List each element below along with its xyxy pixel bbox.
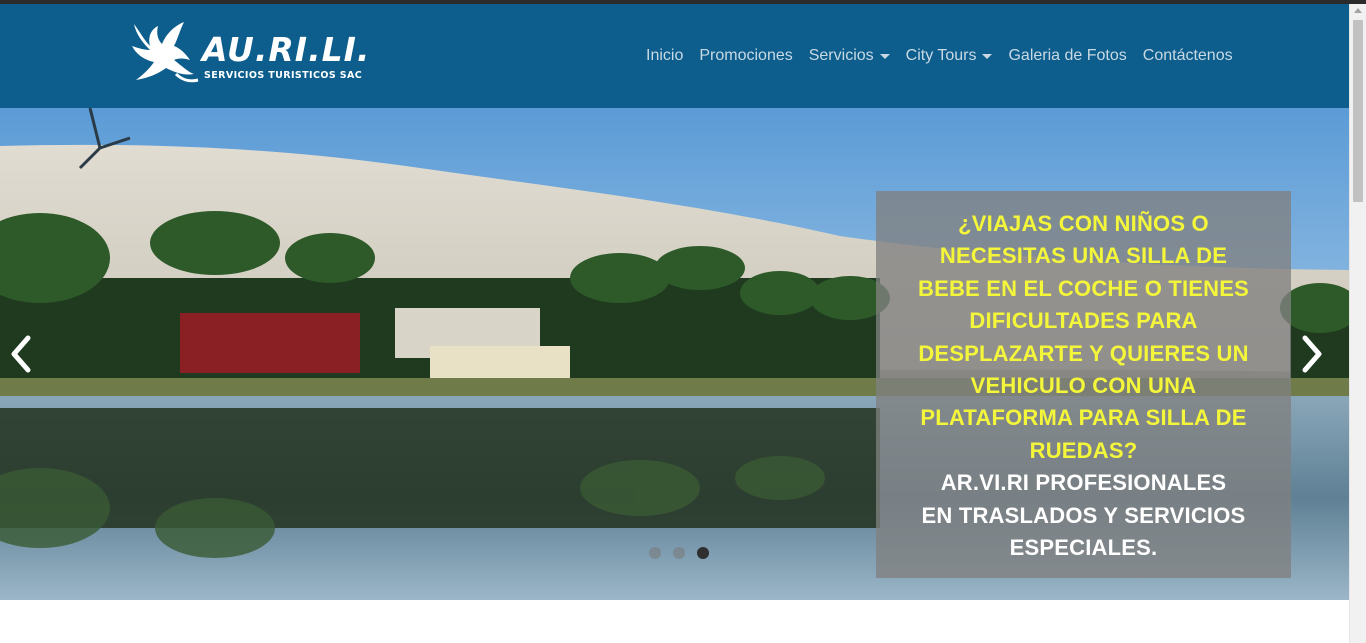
caption-line: VEHICULO CON UNA <box>970 373 1197 399</box>
carousel-prev-button[interactable] <box>6 334 36 374</box>
nav-item-servicios[interactable]: Servicios <box>801 47 898 65</box>
caption-line: EN TRASLADOS Y SERVICIOS <box>921 502 1246 528</box>
nav-item-label: Inicio <box>646 47 684 64</box>
nav-item-label: Galeria de Fotos <box>1008 47 1127 64</box>
nav-item-galeria[interactable]: Galeria de Fotos <box>1000 47 1134 65</box>
caption-line: PLATAFORMA PARA SILLA DE <box>920 405 1247 431</box>
page: AU.RI.LI. SERVICIOS TURISTICOS SAC Inici… <box>0 4 1349 643</box>
caption-line: ¿VIAJAS CON NIÑOS O <box>958 211 1209 236</box>
chevron-right-icon <box>1302 335 1322 373</box>
caption-line: BEBE EN EL COCHE O TIENES <box>918 275 1249 301</box>
caption-line: DESPLAZARTE Y QUIERES UN <box>918 340 1249 366</box>
brand-logo[interactable]: AU.RI.LI. SERVICIOS TURISTICOS SAC <box>128 22 371 88</box>
caret-down-icon <box>879 54 890 59</box>
caption-line: DIFICULTADES PARA <box>969 308 1198 334</box>
carousel-indicator-3[interactable] <box>697 547 709 559</box>
nav-item-city-tours[interactable]: City Tours <box>898 47 1001 65</box>
nav-item-label: City Tours <box>905 47 977 64</box>
scrollbar-thumb[interactable] <box>1353 20 1363 202</box>
caption-line: NECESITAS UNA SILLA DE <box>939 243 1228 269</box>
nav-item-contactenos[interactable]: Contáctenos <box>1135 47 1241 65</box>
main-nav: Inicio Promociones Servicios City Tours … <box>638 44 1241 68</box>
caption-line: RUEDAS? <box>1029 437 1138 463</box>
nav-item-promociones[interactable]: Promociones <box>691 47 800 65</box>
nav-item-label: Servicios <box>808 47 874 64</box>
scroll-up-arrow-icon[interactable] <box>1354 8 1362 13</box>
carousel-indicator-2[interactable] <box>673 547 685 559</box>
carousel-next-button[interactable] <box>1297 334 1327 374</box>
nav-item-label: Promociones <box>699 47 793 64</box>
nav-item-label: Contáctenos <box>1142 47 1233 64</box>
hero-carousel: ¿VIAJAS CON NIÑOS O NECESITAS UNA SILLA … <box>0 108 1349 600</box>
caption-question: ¿VIAJAS CON NIÑOS O NECESITAS UNA SILLA … <box>876 208 1291 467</box>
navbar: AU.RI.LI. SERVICIOS TURISTICOS SAC Inici… <box>0 4 1349 108</box>
brand-name: AU.RI.LI. <box>202 30 371 69</box>
caption-line: AR.VI.RI PROFESIONALES <box>940 470 1227 496</box>
caption-line: ESPECIALES. <box>1009 535 1158 561</box>
carousel-indicator-1[interactable] <box>649 547 661 559</box>
carousel-indicators <box>643 547 715 561</box>
caption-tagline: AR.VI.RI PROFESIONALES EN TRASLADOS Y SE… <box>876 467 1291 564</box>
brand-subtitle: SERVICIOS TURISTICOS SAC <box>204 70 363 81</box>
vertical-scrollbar[interactable] <box>1349 4 1366 643</box>
chevron-left-icon <box>11 335 31 373</box>
caret-down-icon <box>982 54 993 59</box>
dove-icon <box>132 22 199 83</box>
carousel-caption: ¿VIAJAS CON NIÑOS O NECESITAS UNA SILLA … <box>876 191 1291 578</box>
nav-item-inicio[interactable]: Inicio <box>638 47 691 65</box>
